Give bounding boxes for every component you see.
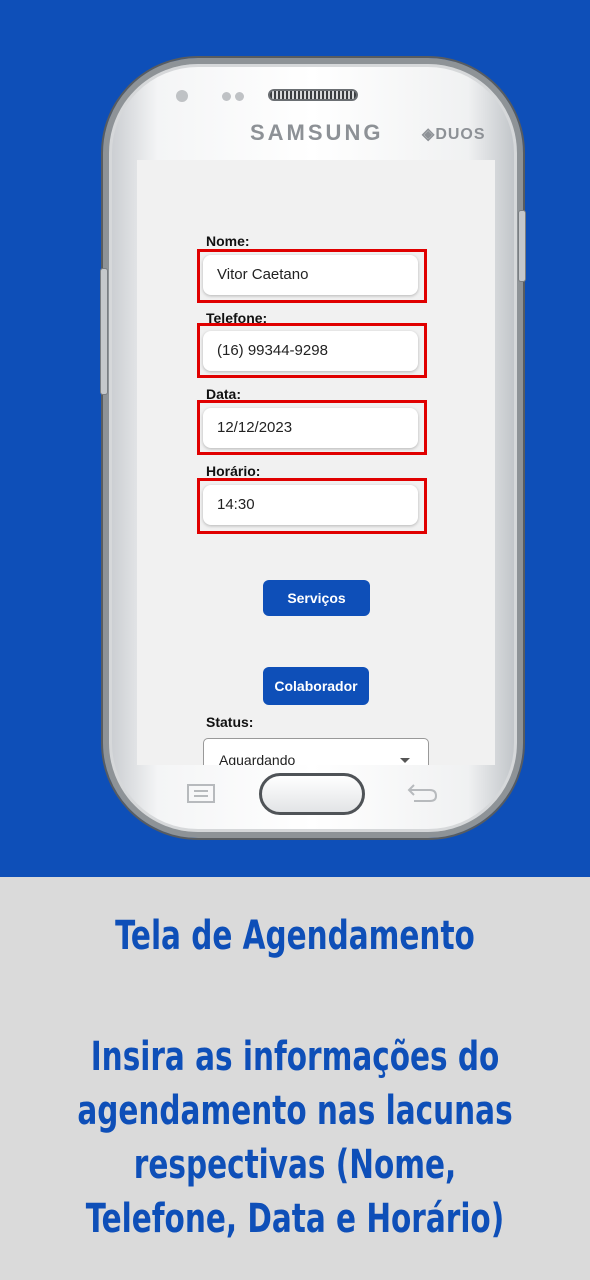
status-select[interactable]: Aguardando [203, 738, 429, 765]
status-value: Aguardando [219, 752, 296, 765]
dropdown-arrow-icon [400, 758, 410, 763]
proximity-sensor [176, 90, 188, 102]
camera-dot [222, 92, 231, 101]
caption-title: Tela de Agendamento [115, 913, 475, 959]
time-highlight [197, 478, 427, 534]
status-label: Status: [206, 714, 254, 730]
phone-highlight [197, 323, 427, 378]
diamond-icon: ◈ [422, 126, 436, 143]
date-highlight [197, 400, 427, 455]
speaker-grille [268, 89, 358, 101]
name-label: Nome: [206, 233, 250, 249]
services-button[interactable]: Serviços [263, 580, 370, 616]
duos-badge: ◈DUOS [422, 126, 486, 143]
app-screen: Nome: Vitor Caetano Telefone: (16) 99344… [137, 160, 495, 765]
volume-button [100, 268, 108, 395]
collaborator-button[interactable]: Colaborador [263, 667, 369, 705]
camera-dot [235, 92, 244, 101]
home-button[interactable] [259, 773, 365, 815]
power-button [518, 210, 526, 282]
back-key-icon[interactable] [406, 780, 440, 804]
name-highlight [197, 249, 427, 303]
caption-instruction: Insira as informações do agendamento nas… [77, 1034, 513, 1242]
menu-key-icon[interactable] [186, 783, 218, 805]
time-label: Horário: [206, 463, 261, 479]
brand-logo: SAMSUNG [250, 120, 384, 145]
